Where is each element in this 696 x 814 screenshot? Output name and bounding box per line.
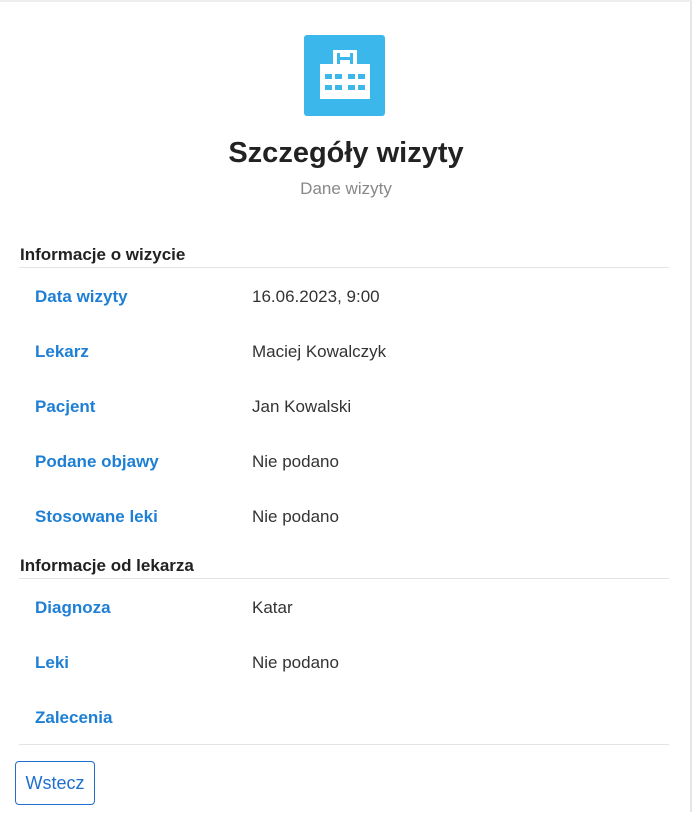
visit-details-card: Szczegóły wizyty Dane wizyty Informacje … [0,0,692,812]
value-medications: Nie podano [252,653,339,672]
label-diagnosis: Diagnoza [35,598,111,617]
page-title: Szczegóły wizyty [228,137,464,169]
label-doctor: Lekarz [35,342,89,361]
label-recommendations: Zalecenia [35,708,113,727]
label-patient: Pacjent [35,397,96,416]
value-diagnosis: Katar [252,598,293,617]
section-heading-doctor-info: Informacje od lekarza [20,556,194,575]
divider [19,578,669,579]
value-medications-used: Nie podano [252,507,339,526]
page-subtitle: Dane wizyty [300,179,392,198]
divider [19,744,669,745]
value-visit-date: 16.06.2023, 9:00 [252,287,380,306]
section-heading-visit-info: Informacje o wizycie [20,245,186,264]
value-doctor: Maciej Kowalczyk [252,342,387,361]
divider [19,267,669,268]
label-visit-date: Data wizyty [35,287,128,306]
hospital-icon [304,35,385,116]
value-reported-symptoms: Nie podano [252,452,339,471]
back-button[interactable]: Wstecz [15,761,95,805]
label-medications-used: Stosowane leki [35,507,158,526]
label-medications: Leki [35,653,70,672]
value-patient: Jan Kowalski [252,397,352,416]
label-reported-symptoms: Podane objawy [35,452,159,471]
